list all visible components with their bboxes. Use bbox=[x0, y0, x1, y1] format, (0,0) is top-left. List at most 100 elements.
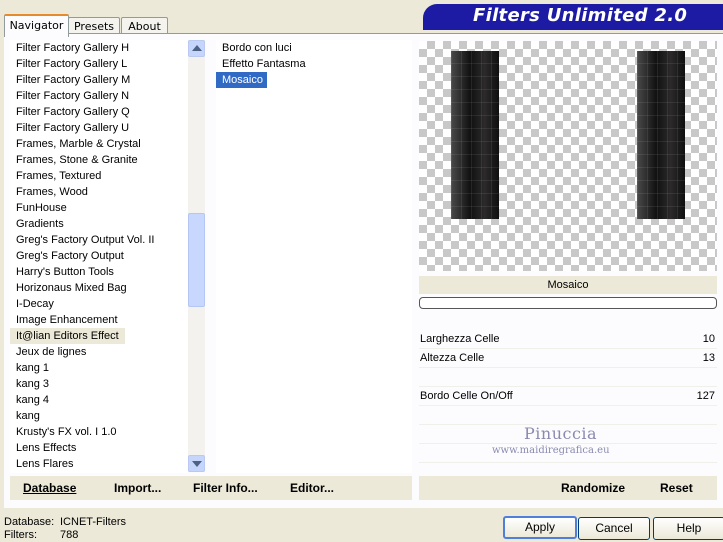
parameter-sliders: Larghezza Celle 10 Altezza Celle 13 Bordo Ce… bbox=[419, 330, 717, 463]
category-item[interactable]: Jeux de lignes bbox=[10, 344, 188, 360]
preview-canvas bbox=[419, 41, 717, 271]
category-label: Harry's Button Tools bbox=[16, 266, 114, 278]
parameter-slider[interactable] bbox=[419, 368, 717, 387]
category-item[interactable]: Frames, Stone & Granite bbox=[10, 152, 188, 168]
category-scrollbar[interactable] bbox=[188, 40, 205, 472]
category-item[interactable]: Filter Factory Gallery M bbox=[10, 72, 188, 88]
category-label: Filter Factory Gallery Q bbox=[16, 106, 130, 118]
category-label: kang 1 bbox=[16, 362, 50, 374]
database-button[interactable]: Database bbox=[23, 481, 76, 495]
parameter-slider[interactable]: Altezza Celle 13 bbox=[419, 349, 717, 368]
database-value: ICNET-Filters bbox=[60, 516, 126, 528]
category-label: Krusty's FX vol. I 1.0 bbox=[16, 426, 117, 438]
category-label: Horizonaus Mixed Bag bbox=[16, 282, 127, 294]
category-item[interactable]: Lens Flares bbox=[10, 456, 188, 472]
category-item[interactable]: Image Enhancement bbox=[10, 312, 188, 328]
import-button[interactable]: Import... bbox=[114, 481, 161, 495]
category-label: FunHouse bbox=[16, 202, 67, 214]
scroll-down-button[interactable] bbox=[188, 455, 205, 472]
right-button-bar: Randomize Reset bbox=[419, 476, 717, 500]
filter-info-button[interactable]: Filter Info... bbox=[193, 481, 258, 495]
category-item[interactable]: Filter Factory Gallery N bbox=[10, 88, 188, 104]
progress-bar bbox=[419, 297, 717, 309]
apply-button[interactable]: Apply bbox=[503, 516, 577, 539]
category-label: Frames, Textured bbox=[16, 170, 102, 182]
cancel-button[interactable]: Cancel bbox=[578, 517, 650, 540]
category-label: Filter Factory Gallery L bbox=[16, 58, 128, 70]
randomize-button[interactable]: Randomize bbox=[561, 481, 625, 495]
category-item[interactable]: Harry's Button Tools bbox=[10, 264, 188, 280]
category-label: Greg's Factory Output Vol. II bbox=[16, 234, 155, 246]
category-item[interactable]: kang 3 bbox=[10, 376, 188, 392]
category-item[interactable]: Krusty's FX vol. I 1.0 bbox=[10, 424, 188, 440]
parameter-value: 13 bbox=[702, 352, 715, 364]
parameter-label: Bordo Celle On/Off bbox=[420, 390, 513, 402]
category-label: Lens Flares bbox=[16, 458, 74, 470]
filters-label: Filters: bbox=[4, 529, 37, 541]
reset-button[interactable]: Reset bbox=[660, 481, 693, 495]
category-item[interactable]: I-Decay bbox=[10, 296, 188, 312]
category-item[interactable]: Frames, Wood bbox=[10, 184, 188, 200]
parameter-slider-empty bbox=[419, 406, 717, 425]
category-item[interactable]: kang 1 bbox=[10, 360, 188, 376]
category-item[interactable]: Lens Effects bbox=[10, 440, 188, 456]
category-item[interactable]: Greg's Factory Output bbox=[10, 248, 188, 264]
preview-filter-name: Mosaico bbox=[419, 276, 717, 294]
category-label: Jeux de lignes bbox=[16, 346, 87, 358]
category-label: kang 3 bbox=[16, 378, 50, 390]
filter-item[interactable]: Bordo con luci bbox=[216, 40, 412, 56]
category-list[interactable]: Filter Factory Gallery H Filter Factory G… bbox=[10, 40, 188, 473]
parameter-label: Altezza Celle bbox=[420, 352, 485, 364]
category-label: Filter Factory Gallery H bbox=[16, 42, 130, 54]
editor-button[interactable]: Editor... bbox=[290, 481, 334, 495]
category-label: It@lian Editors Effect bbox=[10, 328, 125, 344]
category-item[interactable]: Filter Factory Gallery Q bbox=[10, 104, 188, 120]
category-label: Image Enhancement bbox=[16, 314, 118, 326]
title-banner: Filters Unlimited 2.0 bbox=[423, 4, 723, 30]
parameter-value: 10 bbox=[702, 333, 715, 345]
category-label: Filter Factory Gallery N bbox=[16, 90, 130, 102]
parameter-slider[interactable]: Larghezza Celle 10 bbox=[419, 330, 717, 349]
chevron-down-icon bbox=[192, 461, 202, 467]
preview-image-right bbox=[637, 51, 685, 219]
category-label: Filter Factory Gallery M bbox=[16, 74, 131, 86]
parameter-slider[interactable]: Bordo Celle On/Off 127 bbox=[419, 387, 717, 406]
watermark-name: Pinuccia bbox=[524, 424, 598, 443]
category-item[interactable]: Filter Factory Gallery L bbox=[10, 56, 188, 72]
preview-image-left bbox=[451, 51, 499, 219]
scroll-thumb[interactable] bbox=[188, 213, 205, 307]
filter-label: Mosaico bbox=[216, 72, 267, 88]
category-label: kang bbox=[16, 410, 40, 422]
filter-list[interactable]: Bordo con luci Effetto Fantasma Mosaico bbox=[216, 40, 412, 473]
category-label: kang 4 bbox=[16, 394, 50, 406]
filters-count: 788 bbox=[60, 529, 79, 541]
filter-item[interactable]: Effetto Fantasma bbox=[216, 56, 412, 72]
category-item[interactable]: Frames, Marble & Crystal bbox=[10, 136, 188, 152]
category-label: Gradients bbox=[16, 218, 64, 230]
category-item[interactable]: It@lian Editors Effect bbox=[10, 328, 188, 344]
scroll-up-button[interactable] bbox=[188, 40, 205, 57]
category-label: Frames, Marble & Crystal bbox=[16, 138, 141, 150]
category-item[interactable]: Frames, Textured bbox=[10, 168, 188, 184]
watermark-url: www.maidiregrafica.eu bbox=[492, 445, 610, 456]
category-item[interactable]: Horizonaus Mixed Bag bbox=[10, 280, 188, 296]
parameter-label: Larghezza Celle bbox=[420, 333, 500, 345]
category-label: I-Decay bbox=[16, 298, 54, 310]
help-button[interactable]: Help bbox=[653, 517, 723, 540]
app-title: Filters Unlimited 2.0 bbox=[473, 5, 688, 26]
filter-label: Effetto Fantasma bbox=[222, 58, 306, 70]
filter-label: Bordo con luci bbox=[222, 42, 292, 54]
category-label: Frames, Stone & Granite bbox=[16, 154, 138, 166]
category-label: Filter Factory Gallery U bbox=[16, 122, 130, 134]
category-item[interactable]: Filter Factory Gallery H bbox=[10, 40, 188, 56]
category-item[interactable]: kang 4 bbox=[10, 392, 188, 408]
category-item[interactable]: Filter Factory Gallery U bbox=[10, 120, 188, 136]
category-item[interactable]: Gradients bbox=[10, 216, 188, 232]
parameter-value: 127 bbox=[696, 390, 715, 402]
category-item[interactable]: Greg's Factory Output Vol. II bbox=[10, 232, 188, 248]
category-label: Lens Effects bbox=[16, 442, 77, 454]
tab-navigator[interactable]: Navigator bbox=[4, 14, 69, 37]
category-item[interactable]: kang bbox=[10, 408, 188, 424]
category-item[interactable]: FunHouse bbox=[10, 200, 188, 216]
filter-item[interactable]: Mosaico bbox=[216, 72, 412, 88]
